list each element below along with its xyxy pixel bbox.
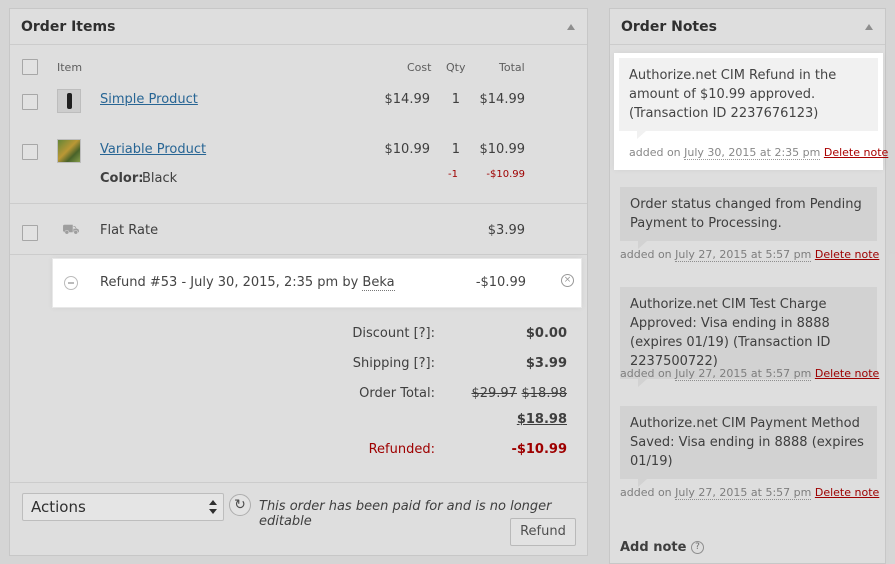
items-table-header: Item Cost Qty Total (10, 56, 587, 80)
refund-description: Refund #53 - July 30, 2015, 2:35 pm by (100, 275, 363, 290)
refund-author[interactable]: Beka (362, 275, 395, 291)
note-date: July 27, 2015 at 5:57 pm (675, 248, 812, 262)
note-text: Authorize.net CIM Payment Method Saved: … (630, 416, 864, 469)
product-link[interactable]: Variable Product (100, 142, 206, 157)
note-meta: added on July 27, 2015 at 5:57 pm Delete… (620, 486, 879, 500)
note-meta-prefix: added on (620, 248, 676, 261)
delete-note-link[interactable]: Delete note (815, 248, 879, 261)
refunded-qty: -1 (448, 169, 458, 180)
shipping-name: Flat Rate (100, 223, 159, 238)
col-total: Total (499, 61, 525, 74)
product-thumbnail[interactable] (57, 139, 81, 163)
actions-bar: Actions ↻ This order has been paid for a… (10, 482, 587, 557)
shipping-total: $3.99 (487, 223, 525, 238)
shipping-total-label: Shipping [?]: (352, 356, 435, 371)
delete-note-link[interactable]: Delete note (815, 367, 879, 380)
attr-label: Color: (100, 171, 144, 186)
refund-minus-icon (64, 276, 78, 290)
order-note: Authorize.net CIM Test Charge Approved: … (620, 287, 877, 387)
select-all-checkbox[interactable] (22, 59, 38, 75)
shipping-total-value: $3.99 (525, 356, 567, 371)
help-icon[interactable]: ? (691, 541, 704, 554)
col-cost: Cost (407, 61, 432, 74)
note-meta: added on July 27, 2015 at 5:57 pm Delete… (620, 367, 879, 381)
select-arrows-icon (209, 500, 217, 514)
refund-text: Refund #53 - July 30, 2015, 2:35 pm by B… (100, 275, 395, 291)
product-thumbnail[interactable] (57, 89, 81, 113)
actions-select-value: Actions (31, 498, 86, 516)
note-date: July 27, 2015 at 5:57 pm (675, 486, 812, 500)
note-date: July 27, 2015 at 5:57 pm (675, 367, 812, 381)
shipping-row: ⛟ Flat Rate $3.99 (10, 219, 587, 259)
note-meta-prefix: added on (620, 486, 676, 499)
delete-note-link[interactable]: Delete note (824, 146, 888, 159)
discount-value: $0.00 (525, 326, 567, 341)
product-link[interactable]: Simple Product (100, 92, 198, 107)
item-qty: 1 (451, 92, 460, 107)
order-items-header: Order Items (10, 9, 587, 45)
order-total-strike-2: $18.98 (521, 386, 568, 401)
note-highlight: Authorize.net CIM Refund in the amount o… (614, 53, 888, 170)
note-date: July 30, 2015 at 2:35 pm (684, 146, 821, 160)
order-total-strike-1: $29.97 (471, 386, 517, 401)
col-qty: Qty (446, 61, 466, 74)
truck-icon: ⛟ (62, 222, 80, 238)
delete-refund-icon[interactable]: × (561, 274, 574, 287)
actions-select[interactable]: Actions (22, 493, 224, 521)
refunded-total: -$10.99 (486, 169, 525, 180)
item-cost: $10.99 (384, 142, 431, 157)
table-row: Simple Product $14.99 1 $14.99 (10, 87, 587, 127)
item-checkbox[interactable] (22, 144, 38, 160)
note-text: Order status changed from Pending Paymen… (630, 197, 862, 231)
item-total: $14.99 (479, 92, 526, 107)
order-note: Authorize.net CIM Payment Method Saved: … (620, 406, 877, 487)
note-meta: added on July 27, 2015 at 5:57 pm Delete… (620, 248, 879, 262)
order-total-old: $29.97 $18.98 (471, 386, 567, 401)
refund-row-highlight: Refund #53 - July 30, 2015, 2:35 pm by B… (52, 258, 582, 308)
order-notes-header: Order Notes (610, 9, 885, 45)
order-notes-title: Order Notes (621, 18, 717, 35)
item-qty: 1 (451, 142, 460, 157)
order-items-title: Order Items (21, 18, 116, 35)
item-total: $10.99 (479, 142, 526, 157)
item-cost: $14.99 (384, 92, 431, 107)
divider (10, 254, 587, 255)
refunded-label: Refunded: (368, 442, 435, 457)
col-item: Item (57, 61, 83, 74)
note-text: Authorize.net CIM Refund in the amount o… (629, 68, 837, 121)
table-row: Variable Product $10.99 1 $10.99 Color: … (10, 137, 587, 197)
refund-amount: -$10.99 (475, 275, 526, 290)
note-meta: added on July 30, 2015 at 2:35 pm Delete… (629, 146, 888, 160)
delete-note-link[interactable]: Delete note (815, 486, 879, 499)
shipping-checkbox[interactable] (22, 225, 38, 241)
refund-button[interactable]: Refund (510, 518, 576, 546)
refunded-value: -$10.99 (511, 442, 567, 457)
collapse-arrow-icon[interactable] (865, 23, 873, 30)
note-text: Authorize.net CIM Test Charge Approved: … (630, 297, 831, 369)
refresh-icon[interactable]: ↻ (229, 494, 251, 516)
item-checkbox[interactable] (22, 94, 38, 110)
attr-value: Black (142, 171, 178, 186)
discount-label: Discount [?]: (352, 326, 435, 341)
note-meta-prefix: added on (629, 146, 685, 159)
order-note: Order status changed from Pending Paymen… (620, 187, 877, 249)
order-note: Authorize.net CIM Refund in the amount o… (619, 58, 878, 139)
order-total-new: $18.98 (516, 412, 567, 427)
add-note-heading: Add note (620, 540, 687, 555)
order-total-label: Order Total: (359, 386, 435, 401)
divider (10, 203, 587, 204)
collapse-arrow-icon[interactable] (567, 23, 575, 30)
note-meta-prefix: added on (620, 367, 676, 380)
